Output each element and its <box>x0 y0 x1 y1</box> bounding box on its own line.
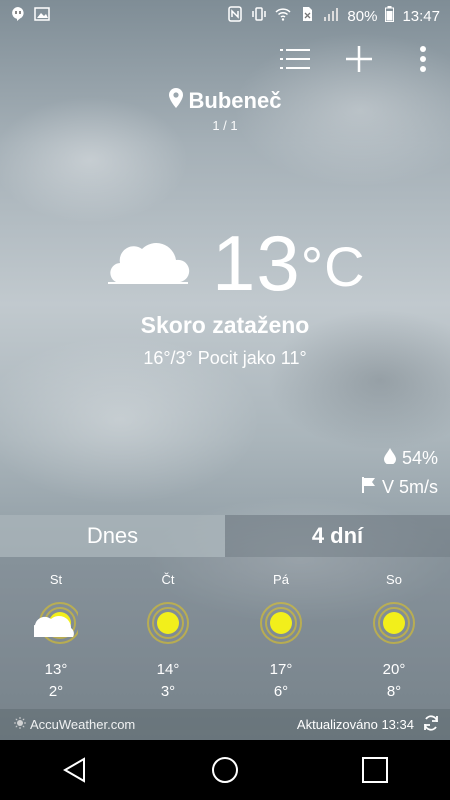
current-temperature: 13°C <box>212 219 366 307</box>
temperature-unit: °C <box>300 235 366 298</box>
accuweather-link[interactable]: AccuWeather.com <box>14 717 135 732</box>
low-temperature: 8° <box>386 683 402 700</box>
day-name: So <box>386 572 402 587</box>
updated-time: Aktualizováno 13:34 <box>296 717 414 732</box>
list-icon[interactable] <box>278 42 312 76</box>
location-pin-icon <box>168 88 183 114</box>
tab-four-days[interactable]: 4 dní <box>225 515 450 557</box>
cloudy-icon <box>106 236 190 291</box>
image-icon <box>34 6 50 26</box>
humidity-drop-icon <box>383 448 396 469</box>
sun-icon <box>146 601 190 650</box>
day-name: Čt <box>161 572 175 587</box>
toolbar <box>278 42 440 76</box>
forecast-tabs: Dnes 4 dní <box>0 515 450 557</box>
weather-extras: 54% V 5m/s <box>361 448 438 506</box>
home-icon[interactable] <box>195 740 255 800</box>
four-day-forecast: St 13° 2° Čt 14° 3° Pá 17° 6° So 20° 8° <box>0 557 450 709</box>
wind-value: V 5m/s <box>381 477 438 497</box>
condition-text: Skoro zataženo <box>140 312 310 338</box>
sun-icon <box>372 601 416 650</box>
refresh-icon[interactable] <box>422 714 440 735</box>
low-temperature: 6° <box>273 683 289 700</box>
battery-percent: 80% <box>347 7 378 25</box>
vibrate-icon <box>251 6 267 26</box>
day-name: Pá <box>273 572 289 587</box>
battery-icon <box>385 6 395 26</box>
wifi-icon <box>275 6 291 26</box>
low-temperature: 2° <box>48 683 64 700</box>
location-header[interactable]: Bubeneč 1 / 1 <box>0 88 450 133</box>
high-temperature: 17° <box>269 661 293 678</box>
add-icon[interactable] <box>342 42 376 76</box>
footer: AccuWeather.com Aktualizováno 13:34 <box>0 709 450 740</box>
high-low-feels-like: 16°/3° Pocit jako 11° <box>143 348 307 368</box>
nfc-icon <box>227 6 243 26</box>
humidity-value: 54% <box>401 448 438 468</box>
navigation-bar <box>0 740 450 800</box>
partly-cloudy-icon <box>29 601 81 650</box>
sun-icon <box>259 601 303 650</box>
status-bar: 80% 13:47 <box>0 0 450 32</box>
recents-icon[interactable] <box>345 740 405 800</box>
back-icon[interactable] <box>45 740 105 800</box>
accuweather-brand: AccuWeather.com <box>30 717 136 732</box>
hangouts-icon <box>10 6 26 26</box>
more-icon[interactable] <box>406 42 440 76</box>
clock: 13:47 <box>402 7 440 25</box>
signal-icon <box>323 6 339 26</box>
location-name: Bubeneč <box>188 88 282 113</box>
low-temperature: 3° <box>160 683 176 700</box>
day-name: St <box>49 572 63 587</box>
tab-today[interactable]: Dnes <box>0 515 225 557</box>
high-temperature: 14° <box>156 661 180 678</box>
high-temperature: 20° <box>382 661 406 678</box>
no-sim-icon <box>299 6 315 26</box>
high-temperature: 13° <box>44 661 68 678</box>
accuweather-sun-icon <box>14 717 26 732</box>
location-page-indicator: 1 / 1 <box>212 118 238 133</box>
wind-flag-icon <box>361 477 376 498</box>
